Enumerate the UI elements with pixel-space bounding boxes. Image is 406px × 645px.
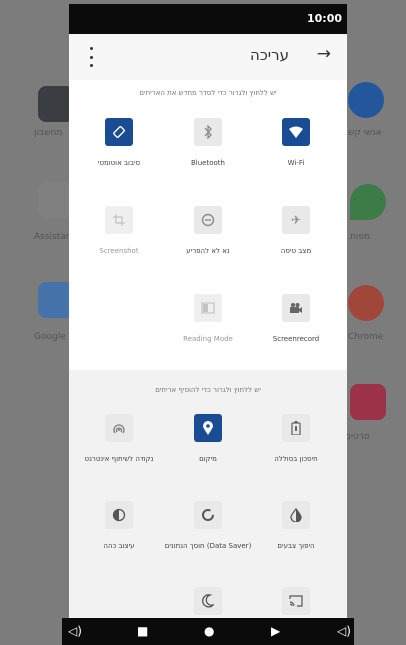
do-not-disturb-icon xyxy=(194,206,222,234)
back-triangle-icon[interactable]: ▶ xyxy=(271,624,280,638)
tile-location[interactable]: מיקום xyxy=(163,414,253,464)
night-mode-icon xyxy=(194,587,222,615)
airplane-icon: ✈ xyxy=(282,206,310,234)
dark-theme-icon xyxy=(105,501,133,529)
page-title: עריכה xyxy=(250,46,289,64)
tile-label: Bluetooth xyxy=(191,159,225,167)
invert-colors-icon xyxy=(282,501,310,529)
wifi-icon xyxy=(282,118,310,146)
status-bar: 10:00 xyxy=(69,4,347,34)
arrow-right-icon[interactable]: → xyxy=(317,44,331,64)
tile-cast[interactable] xyxy=(251,587,341,615)
tile-reading-mode[interactable]: Reading Mode xyxy=(163,294,253,344)
tile-data-saver[interactable]: חוסך הנתונים (Data Saver) xyxy=(163,501,253,551)
auto-rotate-icon xyxy=(105,118,133,146)
tile-screenshot[interactable]: Screenshot xyxy=(74,206,164,256)
volume-up-icon[interactable]: ◁) xyxy=(337,624,351,638)
data-saver-icon xyxy=(194,501,222,529)
reading-mode-icon xyxy=(194,294,222,322)
tile-label: עיצוב כהה xyxy=(103,542,135,550)
cast-icon xyxy=(282,587,310,615)
tile-wifi[interactable]: Wi-Fi xyxy=(251,118,341,168)
hotspot-icon xyxy=(105,414,133,442)
tile-label: Screenrecord xyxy=(272,335,320,343)
reorder-hint: יש ללחוץ ולגרור כדי לסדר מחדש את האריחים xyxy=(139,89,277,97)
tile-dark-theme[interactable]: עיצוב כהה xyxy=(74,501,164,551)
tile-label: Wi-Fi xyxy=(287,159,305,167)
tile-battery-saver[interactable]: חיסכון בסוללה xyxy=(251,414,341,464)
tile-night-mode[interactable] xyxy=(163,587,253,615)
status-clock: 10:00 xyxy=(306,12,342,25)
bluetooth-icon xyxy=(194,118,222,146)
tile-label: נקודה לשיתוף אינטרנט xyxy=(84,455,154,463)
tile-label: מצב טיסה xyxy=(280,247,312,255)
tile-label: חיסכון בסוללה xyxy=(274,455,318,463)
tile-invert-colors[interactable]: היפוך צבעים xyxy=(251,501,341,551)
edit-tiles-panel: עריכה → יש ללחוץ ולגרור כדי לסדר מחדש את… xyxy=(69,34,347,618)
edit-header: עריכה → xyxy=(69,34,347,80)
tile-auto-rotate[interactable]: סיבוב אוטומטי xyxy=(74,118,164,168)
tile-label: היפוך צבעים xyxy=(277,542,315,550)
tile-bluetooth[interactable]: Bluetooth xyxy=(163,118,253,168)
home-icon[interactable]: ● xyxy=(204,624,214,638)
tile-airplane-mode[interactable]: ✈ מצב טיסה xyxy=(251,206,341,256)
battery-saver-icon xyxy=(282,414,310,442)
tile-label: נא לא להפריע xyxy=(186,247,230,255)
tile-hotspot[interactable]: נקודה לשיתוף אינטרנט xyxy=(74,414,164,464)
tile-label: סיבוב אוטומטי xyxy=(97,159,141,167)
tile-label: Screenshot xyxy=(99,247,139,255)
tile-label: מיקום xyxy=(199,455,217,463)
tile-screenrecord[interactable]: Screenrecord xyxy=(251,294,341,344)
screenrecord-icon xyxy=(282,294,310,322)
more-vert-icon[interactable] xyxy=(87,47,95,67)
available-tiles-section xyxy=(69,370,347,618)
tile-label: Reading Mode xyxy=(183,335,233,343)
tile-label: חוסך הנתונים (Data Saver) xyxy=(164,542,252,550)
screenshot-icon xyxy=(105,206,133,234)
tile-do-not-disturb[interactable]: נא לא להפריע xyxy=(163,206,253,256)
navigation-bar: ◁) ■ ● ▶ ◁) xyxy=(62,618,354,645)
add-tiles-hint: יש ללחוץ ולגרור כדי להוסיף אריחים xyxy=(155,386,261,394)
volume-down-icon[interactable]: ◁) xyxy=(68,624,82,638)
recents-icon[interactable]: ■ xyxy=(137,624,148,638)
location-icon xyxy=(194,414,222,442)
